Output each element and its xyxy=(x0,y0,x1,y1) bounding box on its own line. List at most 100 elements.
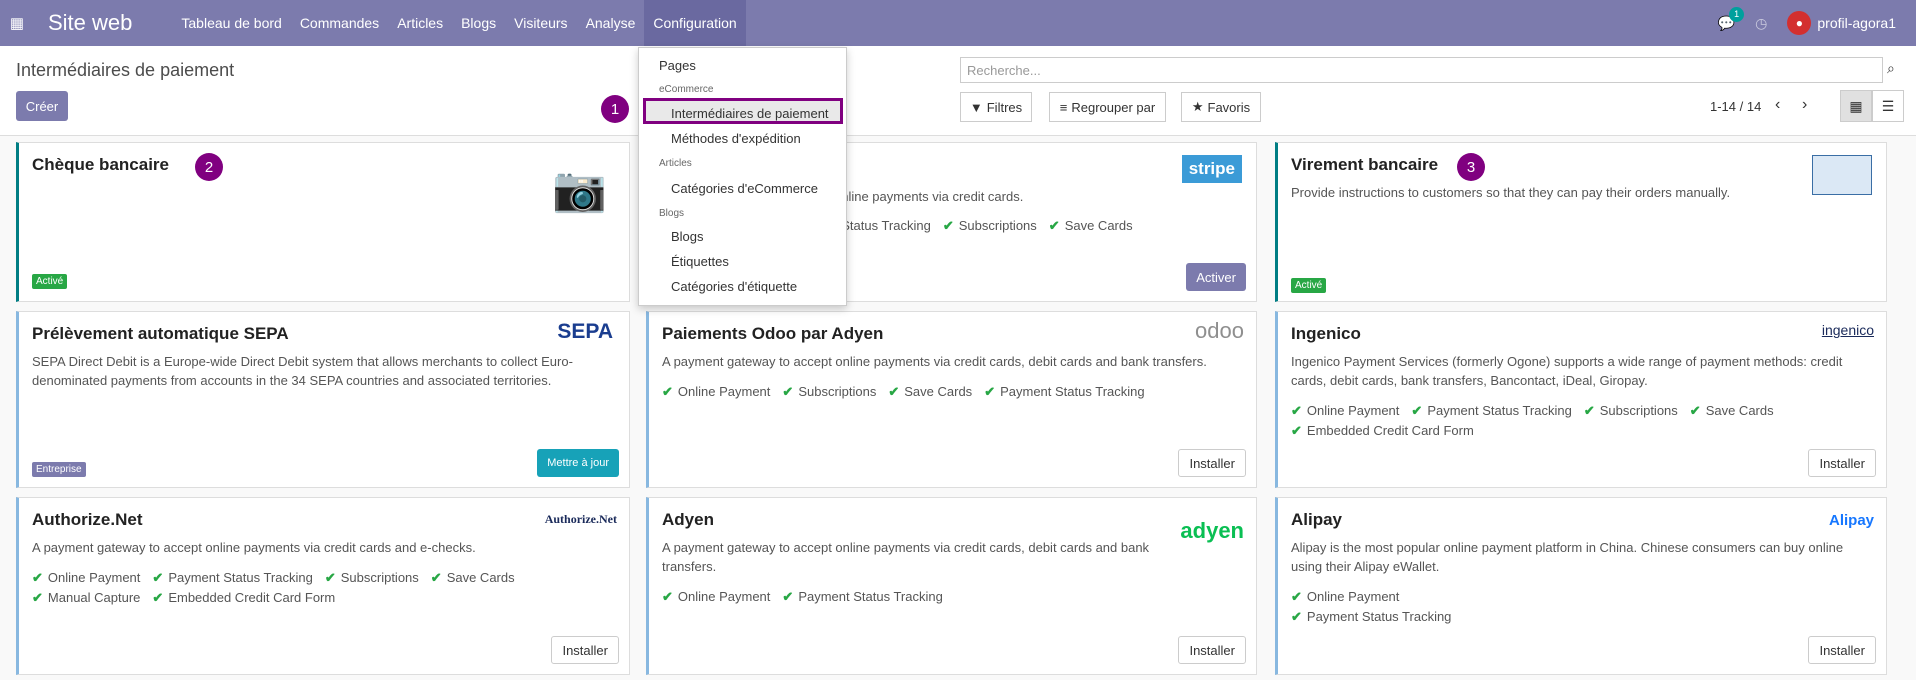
card-odoo-adyen[interactable]: Paiements Odoo par Adyen A payment gatew… xyxy=(646,311,1257,488)
check-icon: ✔ xyxy=(152,570,164,585)
install-button[interactable]: Installer xyxy=(1178,449,1246,477)
card-virement-bancaire[interactable]: Virement bancaire Provide instructions t… xyxy=(1275,142,1887,302)
page-title: Intermédiaires de paiement xyxy=(16,60,235,80)
feature-item: ✔ Subscriptions xyxy=(325,568,419,588)
user-name: profil-agora1 xyxy=(1817,15,1896,31)
enterprise-badge: Entreprise xyxy=(32,462,86,477)
install-button[interactable]: Installer xyxy=(1808,636,1876,664)
desc-line: denominated payments from accounts in th… xyxy=(32,373,552,388)
card-description: A payment gateway to accept online payme… xyxy=(662,538,1149,576)
card-adyen[interactable]: Adyen A payment gateway to accept online… xyxy=(646,497,1257,675)
check-icon: ✔ xyxy=(324,570,336,585)
card-title: Ingenico xyxy=(1291,324,1361,343)
feature-item: ✔ Embedded Credit Card Form xyxy=(152,588,335,608)
check-icon: ✔ xyxy=(1689,403,1701,418)
feature-label: Online Payment xyxy=(677,589,771,604)
card-sepa[interactable]: Prélèvement automatique SEPA SEPA Direct… xyxy=(16,311,630,488)
user-menu[interactable]: ● profil-agora1 xyxy=(1787,11,1896,35)
card-title: Prélèvement automatique SEPA xyxy=(32,324,289,343)
card-cheque-bancaire[interactable]: Chèque bancaire 📷 Activé xyxy=(16,142,630,302)
feature-label: Save Cards xyxy=(904,384,973,399)
dropdown-item-pages[interactable]: Pages xyxy=(659,58,696,73)
search-icon[interactable]: ⌕ xyxy=(1887,60,1910,77)
clock-icon[interactable]: ◷ xyxy=(1755,15,1767,32)
menu-articles[interactable]: Articles xyxy=(388,0,452,46)
install-button[interactable]: Installer xyxy=(1808,449,1876,477)
kanban-view-button[interactable]: ▦ xyxy=(1840,90,1872,122)
dropdown-item-etiquettes[interactable]: Étiquettes xyxy=(671,254,729,269)
card-ingenico[interactable]: Ingenico Ingenico Payment Services (form… xyxy=(1275,311,1887,488)
dropdown-item-blogs[interactable]: Blogs xyxy=(671,229,704,244)
activate-button[interactable]: Activer xyxy=(1186,263,1246,291)
dropdown-item-categories-ecommerce[interactable]: Catégories d'eCommerce xyxy=(671,181,818,196)
dropdown-item-intermediaires[interactable]: Intermédiaires de paiement xyxy=(671,106,829,121)
grid-icon[interactable]: ▦ xyxy=(0,14,34,32)
feature-item: ✔ Payment Status Tracking xyxy=(1291,607,1451,627)
desc-line: using their Alipay eWallet. xyxy=(1291,559,1440,574)
menu-visiteurs[interactable]: Visiteurs xyxy=(505,0,576,46)
group-by-button[interactable]: ≡ Regrouper par xyxy=(1049,92,1166,122)
install-button[interactable]: Installer xyxy=(551,636,619,664)
feature-list: ✔ Online Payment ✔ Payment Status Tracking xyxy=(662,587,943,607)
install-button[interactable]: Installer xyxy=(1178,636,1246,664)
card-alipay[interactable]: Alipay Alipay is the most popular online… xyxy=(1275,497,1887,675)
status-badge: Activé xyxy=(1291,278,1327,293)
feature-label: Online Payment xyxy=(1306,589,1400,604)
menu-commandes[interactable]: Commandes xyxy=(291,0,388,46)
check-icon: ✔ xyxy=(32,590,43,605)
chevron-left-icon[interactable]: ‹ xyxy=(1775,96,1780,114)
feature-label: Online Payment xyxy=(677,384,771,399)
check-icon: ✔ xyxy=(782,589,794,604)
check-icon: ✔ xyxy=(662,384,673,399)
control-panel: Intermédiaires de paiement Créer Recherc… xyxy=(0,46,1916,136)
feature-item: ✔ Subscriptions xyxy=(782,382,876,402)
check-icon: ✔ xyxy=(662,589,673,604)
feature-item: ✔ Online Payment xyxy=(1291,587,1451,607)
pager-value[interactable]: 1-14 / 14 xyxy=(1710,99,1761,114)
check-icon: ✔ xyxy=(152,590,164,605)
feature-label: Subscriptions xyxy=(798,384,877,399)
annotation-3: 3 xyxy=(1457,153,1485,181)
menu-configuration[interactable]: Configuration xyxy=(644,0,746,46)
search-input[interactable]: Recherche... xyxy=(960,57,1883,83)
feature-label: Payment Status Tracking xyxy=(798,589,943,604)
alipay-logo: Alipay xyxy=(1828,512,1874,529)
feature-item: ✔ Embedded Credit Card Form xyxy=(1291,421,1474,441)
desc-line: Alipay is the most popular online paymen… xyxy=(1291,540,1844,555)
check-icon: ✔ xyxy=(1291,423,1302,438)
feature-label: Payment Status Tracking xyxy=(1000,384,1145,399)
list-icon: ≡ xyxy=(1059,99,1068,115)
chevron-right-icon[interactable]: › xyxy=(1802,96,1807,114)
card-title: Virement bancaire xyxy=(1291,155,1439,174)
feature-list: t Status Tracking ✔ Subscriptions ✔ Save C… xyxy=(834,216,1133,236)
app-title[interactable]: Site web xyxy=(48,10,132,36)
filters-button[interactable]: ▼ Filtres xyxy=(960,92,1032,122)
card-description: Ingenico Payment Services (formerly Ogon… xyxy=(1291,352,1842,390)
favorites-button[interactable]: ★ Favoris xyxy=(1181,92,1261,122)
annotation-2: 2 xyxy=(195,153,223,181)
feature-list: ✔ Online Payment ✔ Payment Status Tracking xyxy=(1291,587,1451,627)
filter-icon: ▼ xyxy=(969,99,983,115)
check-icon: ✔ xyxy=(1411,403,1423,418)
feature-label: Save Cards xyxy=(1064,218,1133,233)
check-icon: ✔ xyxy=(1291,589,1302,604)
feature-item: ✔ Subscriptions xyxy=(943,216,1037,236)
feature-label: Save Cards xyxy=(1705,403,1774,418)
card-title: Authorize.Net xyxy=(32,510,143,529)
update-button[interactable]: Mettre à jour xyxy=(537,449,619,477)
feature-item: ✔ Online Payment xyxy=(662,587,770,607)
card-authorize-net[interactable]: Authorize.Net A payment gateway to accep… xyxy=(16,497,630,675)
create-button[interactable]: Créer xyxy=(16,91,68,121)
dropdown-item-categories-etiquette[interactable]: Catégories d'étiquette xyxy=(671,279,797,294)
card-description: Provide instructions to customers so tha… xyxy=(1291,185,1731,200)
menu-analyse[interactable]: Analyse xyxy=(577,0,645,46)
chat-icon[interactable]: 💬 1 xyxy=(1718,6,1745,32)
dropdown-item-methodes-expedition[interactable]: Méthodes d'expédition xyxy=(671,131,801,146)
feature-label: Subscriptions xyxy=(1599,403,1678,418)
feature-item: ✔ Payment Status Tracking xyxy=(1411,401,1571,421)
feature-item: ✔ Online Payment xyxy=(1291,401,1399,421)
menu-blogs[interactable]: Blogs xyxy=(452,0,505,46)
card-description: A payment gateway to accept online payme… xyxy=(32,540,476,555)
list-view-button[interactable]: ☰ xyxy=(1872,90,1904,122)
menu-tableau-de-bord[interactable]: Tableau de bord xyxy=(172,0,290,46)
